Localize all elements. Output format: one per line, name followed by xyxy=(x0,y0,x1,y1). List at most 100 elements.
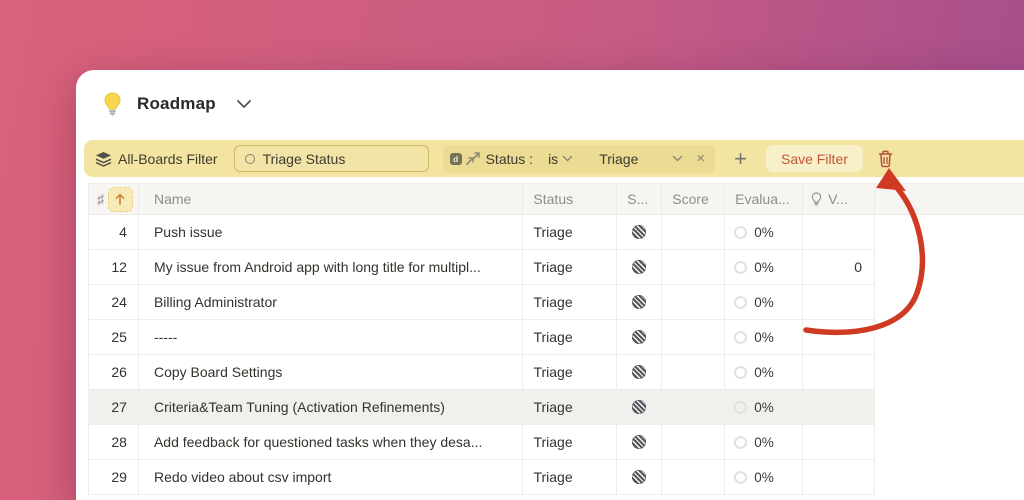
row-id-cell: 29 xyxy=(89,460,139,494)
sort-ascending-button[interactable] xyxy=(107,186,133,212)
table-row[interactable]: 28 Add feedback for questioned tasks whe… xyxy=(89,425,876,460)
score-cell[interactable] xyxy=(662,425,726,459)
state-cell[interactable] xyxy=(617,355,663,389)
score-cell[interactable] xyxy=(662,390,726,424)
score-cell[interactable] xyxy=(662,215,726,249)
striped-state-icon xyxy=(632,295,647,309)
table-row[interactable]: 12 My issue from Android app with long t… xyxy=(89,250,876,285)
column-header-id[interactable]: ♯ xyxy=(89,184,139,214)
status-cell[interactable]: Triage xyxy=(523,355,618,389)
state-cell[interactable] xyxy=(617,215,663,249)
table-row[interactable]: 27 Criteria&Team Tuning (Activation Refi… xyxy=(89,390,876,425)
task-name-cell[interactable]: My issue from Android app with long titl… xyxy=(139,250,524,284)
task-name-cell[interactable]: Criteria&Team Tuning (Activation Refinem… xyxy=(139,390,524,424)
table-row[interactable]: 4 Push issue Triage 0% xyxy=(89,215,876,250)
state-cell[interactable] xyxy=(617,460,663,494)
add-filter-button[interactable]: + xyxy=(732,147,749,170)
task-name-cell[interactable]: Copy Board Settings xyxy=(139,355,524,389)
task-name-cell[interactable]: Billing Administrator xyxy=(139,285,524,319)
push-field-icon xyxy=(465,152,480,165)
status-circle-icon xyxy=(244,153,255,164)
value-cell[interactable] xyxy=(803,320,876,354)
evaluation-cell[interactable]: 0% xyxy=(725,320,804,354)
remove-condition-button[interactable]: × xyxy=(696,151,705,166)
status-cell[interactable]: Triage xyxy=(523,250,618,284)
evaluation-percent: 0% xyxy=(754,224,774,240)
condition-field-label[interactable]: Status : xyxy=(486,151,533,167)
column-header-name[interactable]: Name xyxy=(139,184,524,214)
evaluation-cell[interactable]: 0% xyxy=(725,285,804,319)
table-row[interactable]: 24 Billing Administrator Triage 0% xyxy=(89,285,876,320)
state-cell[interactable] xyxy=(617,390,663,424)
table-header-row: ♯ Name Status S... Score Evalua... V... xyxy=(88,183,1024,215)
column-header-score[interactable]: Score xyxy=(662,184,726,214)
progress-ring-icon xyxy=(734,470,748,484)
status-cell[interactable]: Triage xyxy=(523,460,618,494)
progress-ring-icon xyxy=(734,400,748,414)
evaluation-cell[interactable]: 0% xyxy=(725,355,804,389)
value-cell[interactable] xyxy=(803,215,876,249)
status-cell[interactable]: Triage xyxy=(523,285,618,319)
chevron-down-icon[interactable] xyxy=(236,99,252,109)
table-row[interactable]: 29 Redo video about csv import Triage 0% xyxy=(89,460,876,495)
delete-filter-button[interactable] xyxy=(878,150,893,168)
state-cell[interactable] xyxy=(617,285,663,319)
condition-operator-dropdown[interactable]: is xyxy=(548,151,573,167)
striped-state-icon xyxy=(632,365,647,379)
row-id-cell: 12 xyxy=(89,250,139,284)
evaluation-percent: 0% xyxy=(754,294,774,310)
value-cell[interactable] xyxy=(803,390,876,424)
score-cell[interactable] xyxy=(662,355,726,389)
task-name-cell[interactable]: Add feedback for questioned tasks when t… xyxy=(139,425,524,459)
column-header-status[interactable]: Status xyxy=(523,184,618,214)
evaluation-cell[interactable]: 0% xyxy=(725,215,804,249)
row-id-cell: 28 xyxy=(89,425,139,459)
striped-state-icon xyxy=(632,260,647,274)
score-cell[interactable] xyxy=(662,285,726,319)
evaluation-percent: 0% xyxy=(754,259,774,275)
lightbulb-column-icon xyxy=(811,192,822,206)
all-boards-filter-label[interactable]: All-Boards Filter xyxy=(118,151,218,167)
column-header-state[interactable]: S... xyxy=(617,184,663,214)
status-cell[interactable]: Triage xyxy=(523,320,618,354)
state-cell[interactable] xyxy=(617,250,663,284)
app-window: Roadmap All-Boards Filter Triage Status … xyxy=(76,70,1024,500)
column-header-evaluation[interactable]: Evalua... xyxy=(725,184,804,214)
score-cell[interactable] xyxy=(662,250,726,284)
evaluation-cell[interactable]: 0% xyxy=(725,390,804,424)
evaluation-cell[interactable]: 0% xyxy=(725,250,804,284)
value-cell[interactable] xyxy=(803,285,876,319)
evaluation-cell[interactable]: 0% xyxy=(725,425,804,459)
save-filter-button[interactable]: Save Filter xyxy=(765,145,863,172)
saved-filter-chip-label: Triage Status xyxy=(262,150,346,167)
condition-value-label[interactable]: Triage xyxy=(599,151,638,167)
saved-filter-chip[interactable]: Triage Status xyxy=(233,145,429,172)
status-cell[interactable]: Triage xyxy=(523,425,618,459)
score-cell[interactable] xyxy=(662,320,726,354)
condition-operator-label: is xyxy=(548,150,559,167)
arrow-up-icon xyxy=(116,193,125,205)
evaluation-cell[interactable]: 0% xyxy=(725,460,804,494)
state-cell[interactable] xyxy=(617,320,663,354)
status-cell[interactable]: Triage xyxy=(523,390,618,424)
striped-state-icon xyxy=(632,330,647,344)
row-id-cell: 25 xyxy=(89,320,139,354)
database-badge-icon: d xyxy=(449,152,462,165)
task-name-cell[interactable]: ----- xyxy=(139,320,524,354)
value-cell[interactable] xyxy=(803,460,876,494)
chevron-down-icon[interactable] xyxy=(672,155,683,162)
table-row[interactable]: 26 Copy Board Settings Triage 0% xyxy=(89,355,876,390)
evaluation-percent: 0% xyxy=(754,469,774,485)
table-row[interactable]: 25 ----- Triage 0% xyxy=(89,320,876,355)
state-cell[interactable] xyxy=(617,425,663,459)
value-cell[interactable] xyxy=(803,425,876,459)
score-cell[interactable] xyxy=(662,460,726,494)
evaluation-percent: 0% xyxy=(754,434,774,450)
column-header-value[interactable]: V... xyxy=(803,184,875,214)
task-name-cell[interactable]: Push issue xyxy=(139,215,524,249)
value-cell[interactable]: 0 xyxy=(803,250,876,284)
status-cell[interactable]: Triage xyxy=(523,215,618,249)
value-cell[interactable] xyxy=(803,355,876,389)
task-name-cell[interactable]: Redo video about csv import xyxy=(139,460,524,494)
page-title: Roadmap xyxy=(137,94,216,113)
